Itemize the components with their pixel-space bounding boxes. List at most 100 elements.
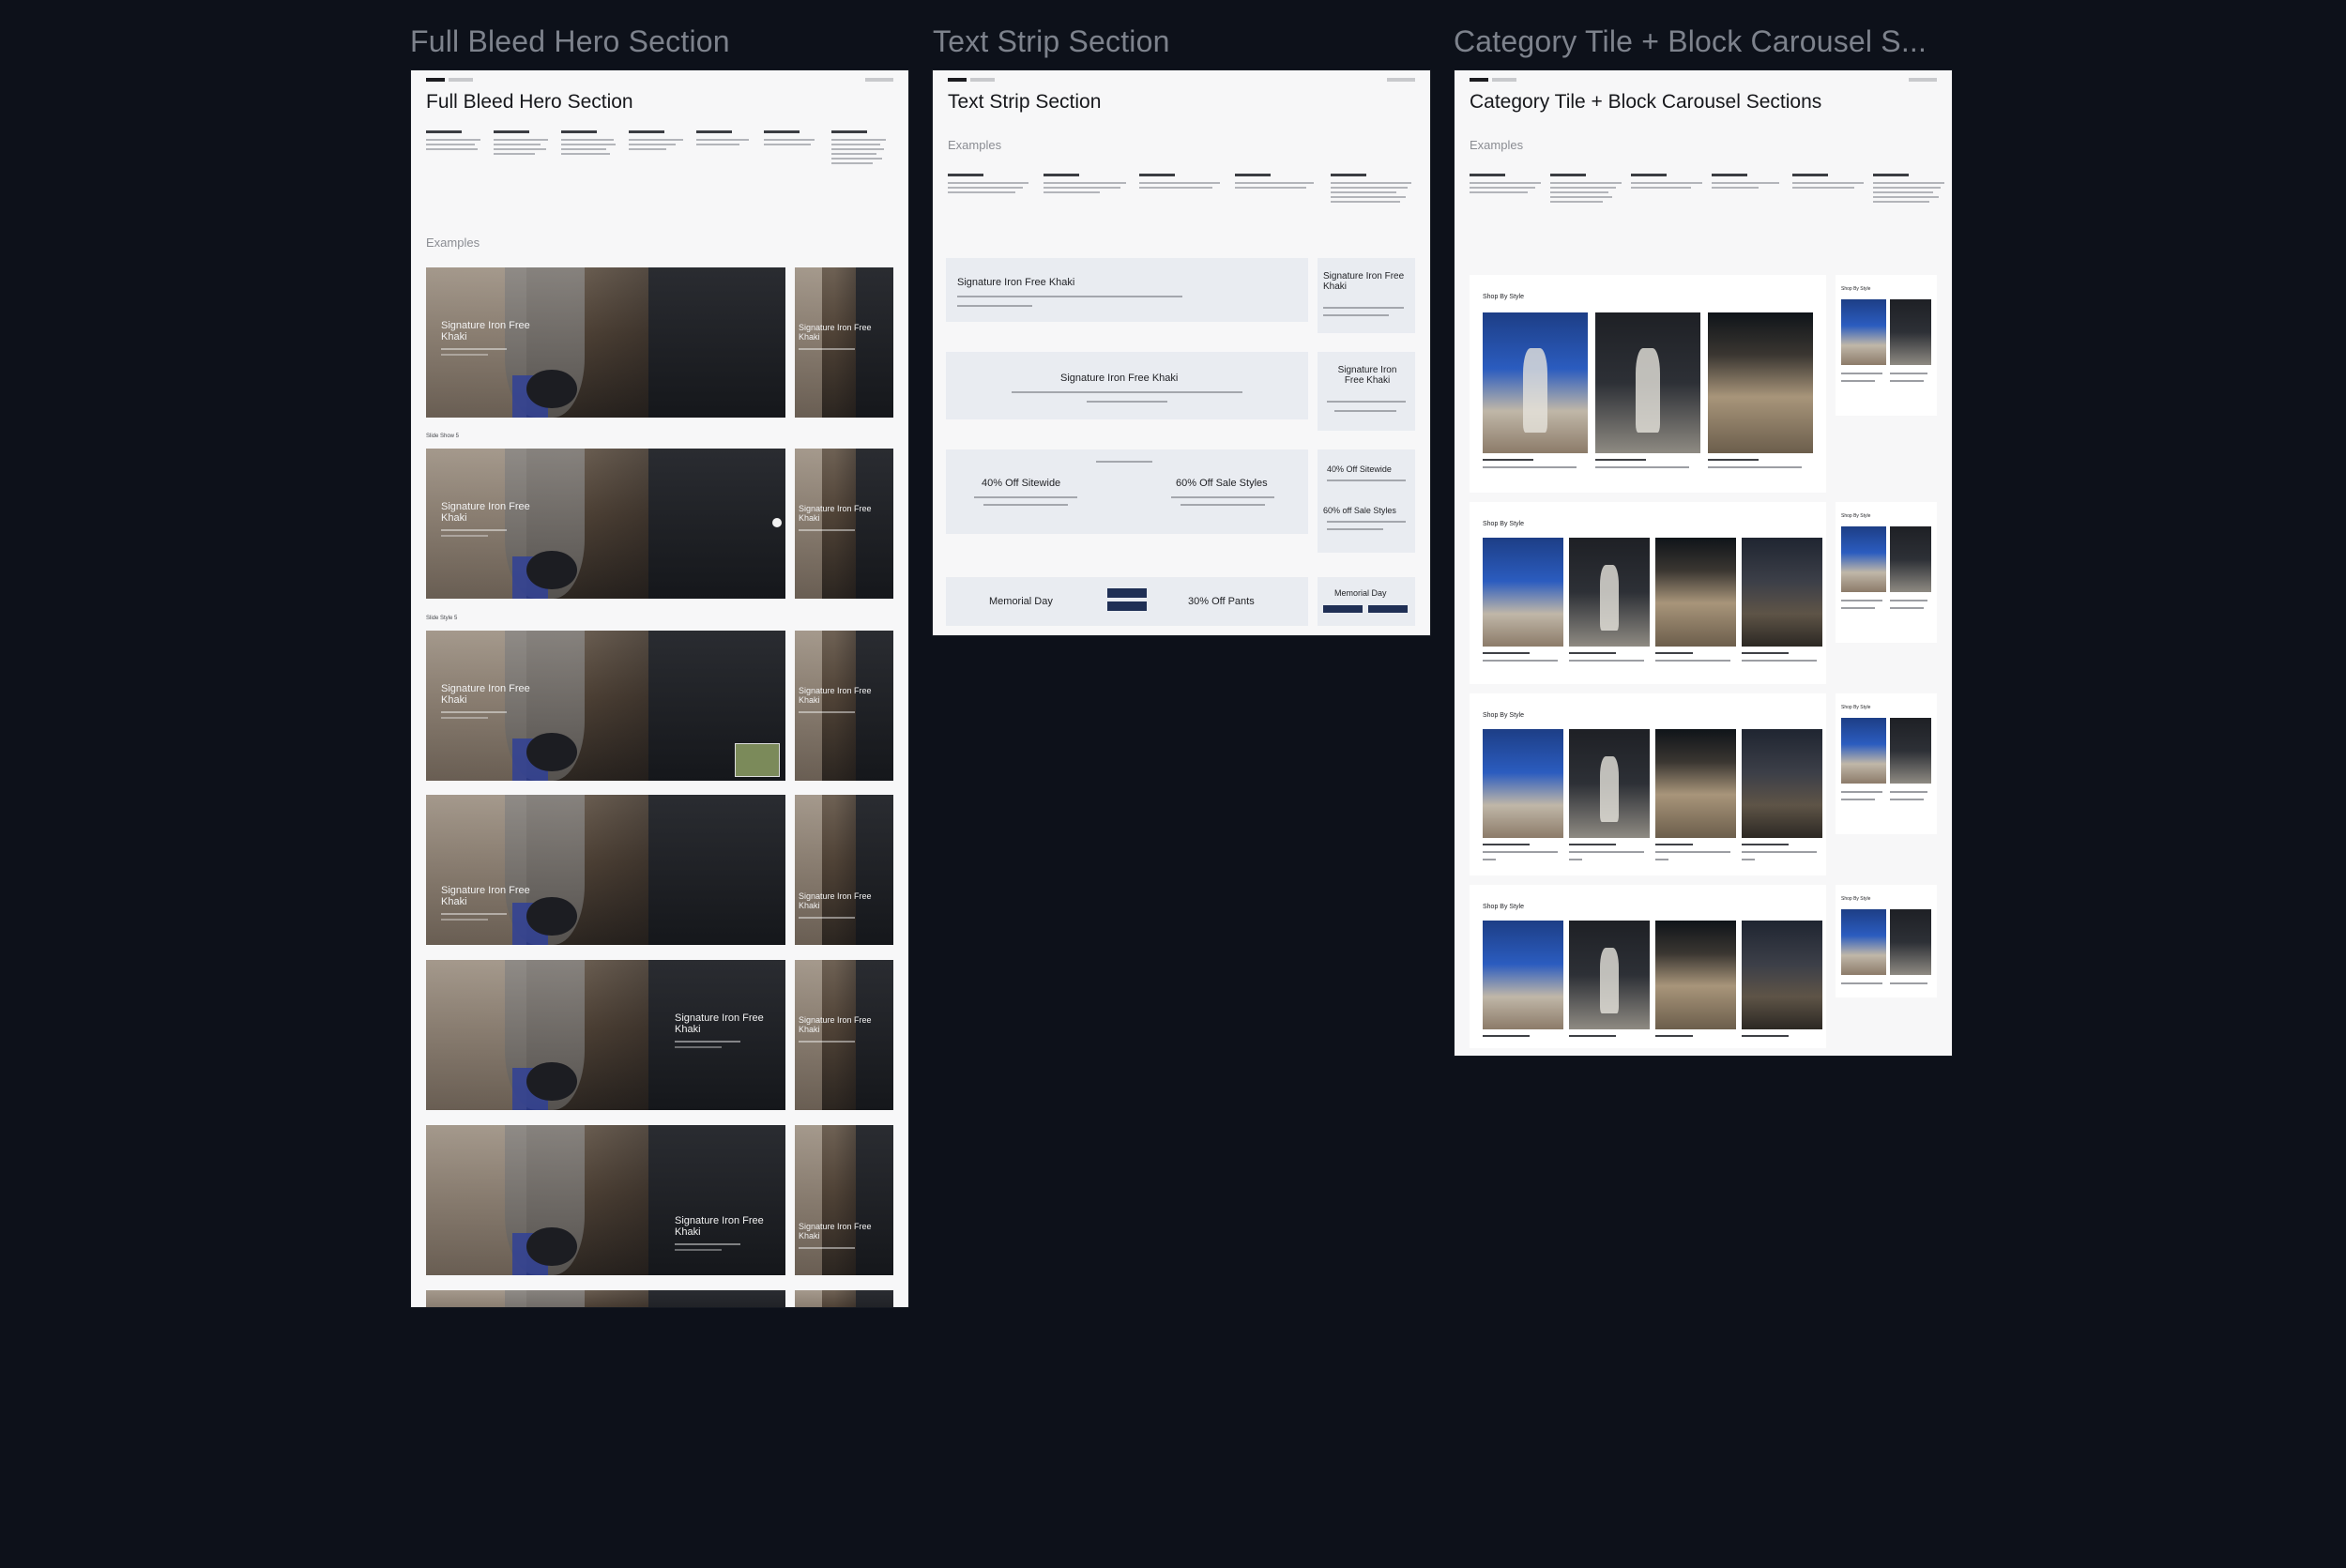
frame-label-hero[interactable]: Full Bleed Hero Section <box>410 24 730 59</box>
block-carousel-mobile-2[interactable]: Shop By Style <box>1836 885 1937 997</box>
block-carousel-2[interactable]: Shop By Style <box>1470 885 1826 1048</box>
hero-mobile-headline: Signature Iron Free Khaki <box>799 1222 883 1249</box>
hero-mobile-4[interactable]: Signature Iron Free Khaki <box>795 795 893 945</box>
frame-category-tile[interactable]: Category Tile + Block Carousel Sections … <box>1455 70 1952 1056</box>
carousel-tile[interactable] <box>1841 718 1886 784</box>
carousel-tile[interactable] <box>1569 921 1650 1029</box>
footer-left-headline: Memorial Day <box>989 596 1053 607</box>
carousel-tile[interactable] <box>1569 729 1650 838</box>
next-slide-icon[interactable] <box>772 518 782 527</box>
hero-example-5[interactable]: Signature Iron Free Khaki <box>426 960 785 1110</box>
shop-button-secondary[interactable] <box>1107 601 1147 611</box>
strip-headline: Signature Iron Free Khaki <box>1060 373 1179 384</box>
text-strip-left-aligned[interactable]: Signature Iron Free Khaki <box>946 258 1308 322</box>
hero-mobile-headline: Signature Iron Free Khaki <box>799 323 883 350</box>
mobile-footer-headline: Memorial Day <box>1334 588 1387 598</box>
hero-example-7[interactable] <box>426 1290 785 1307</box>
category-tile[interactable] <box>1890 526 1931 592</box>
hero-headline: Signature Iron Free Khaki <box>675 1012 778 1049</box>
category-tile[interactable] <box>1841 299 1886 365</box>
text-strip-mobile-2[interactable]: Signature Iron Free Khaki <box>1318 352 1415 431</box>
mobile-shop-button-secondary[interactable] <box>1368 605 1408 613</box>
text-strip-mobile-3[interactable]: 40% Off Sitewide 60% off Sale Styles <box>1318 449 1415 553</box>
frame-title: Category Tile + Block Carousel Sections <box>1470 91 1822 113</box>
category-tile-mobile-2[interactable]: Shop By Style <box>1836 502 1937 643</box>
mobile-section-title: Shop By Style <box>1841 896 1871 902</box>
category-tile[interactable] <box>1483 312 1588 453</box>
hero-mobile-1[interactable]: Signature Iron Free Khaki <box>795 267 893 418</box>
category-tile[interactable] <box>1595 312 1700 453</box>
category-tile[interactable] <box>1655 538 1736 647</box>
carousel-tile[interactable] <box>1890 718 1931 784</box>
category-tile[interactable] <box>1742 538 1822 647</box>
hero-example-3[interactable]: Signature Iron Free Khaki <box>426 631 785 781</box>
carousel-tile[interactable] <box>1483 729 1563 838</box>
promo-right-headline: 60% Off Sale Styles <box>1176 478 1268 489</box>
category-tile[interactable] <box>1890 299 1931 365</box>
text-strip-mobile-4[interactable]: Memorial Day <box>1318 577 1415 626</box>
block-carousel-1[interactable]: Shop By Style <box>1470 693 1826 875</box>
frame-title: Full Bleed Hero Section <box>426 91 633 113</box>
category-tile[interactable] <box>1708 312 1813 453</box>
carousel-tile[interactable] <box>1841 909 1886 975</box>
row-label-slide-style: Slide Style 5 <box>426 616 458 621</box>
frame-text-strip[interactable]: Text Strip Section Examples Signature Ir… <box>933 70 1430 635</box>
text-strip-footer[interactable]: Memorial Day 30% Off Pants <box>946 577 1308 626</box>
category-tile-mobile-1[interactable]: Shop By Style <box>1836 275 1937 416</box>
category-tile[interactable] <box>1483 538 1563 647</box>
hero-example-2[interactable]: Signature Iron Free Khaki <box>426 449 785 599</box>
section-title: Shop By Style <box>1483 904 1524 910</box>
hero-mobile-3[interactable]: Signature Iron Free Khaki <box>795 631 893 781</box>
text-strip-promo-pair[interactable]: 40% Off Sitewide 60% Off Sale Styles <box>946 449 1308 534</box>
category-tile-block-1[interactable]: Shop By Style <box>1470 275 1826 493</box>
block-carousel-mobile-1[interactable]: Shop By Style <box>1836 693 1937 834</box>
strip-mobile-headline: Signature Iron Free Khaki <box>1337 365 1397 386</box>
mobile-promo-right: 60% off Sale Styles <box>1323 506 1396 515</box>
hero-example-6[interactable]: Signature Iron Free Khaki <box>426 1125 785 1275</box>
frame-label-category-tile[interactable]: Category Tile + Block Carousel S... <box>1454 24 1927 59</box>
frame-meta <box>1909 78 1937 82</box>
promo-left-headline: 40% Off Sitewide <box>982 478 1061 489</box>
category-tile[interactable] <box>1569 538 1650 647</box>
section-title: Shop By Style <box>1483 712 1524 719</box>
category-tile[interactable] <box>1841 526 1886 592</box>
shop-button[interactable] <box>1107 588 1147 598</box>
hero-mobile-2[interactable]: Signature Iron Free Khaki <box>795 449 893 599</box>
hero-example-1[interactable]: Signature Iron Free Khaki <box>426 267 785 418</box>
carousel-tile[interactable] <box>1655 921 1736 1029</box>
hero-headline: Signature Iron Free Khaki <box>675 1215 778 1252</box>
carousel-tile[interactable] <box>1483 921 1563 1029</box>
section-title: Shop By Style <box>1483 521 1524 527</box>
mobile-section-title: Shop By Style <box>1841 286 1871 292</box>
frame-meta <box>865 78 893 82</box>
logo-wordmark <box>970 78 995 82</box>
frame-full-bleed-hero[interactable]: Full Bleed Hero Section Examples Signatu… <box>411 70 908 1307</box>
frame-title: Text Strip Section <box>948 91 1102 113</box>
hero-mobile-6[interactable]: Signature Iron Free Khaki <box>795 1125 893 1275</box>
mobile-section-title: Shop By Style <box>1841 513 1871 519</box>
carousel-tile[interactable] <box>1890 909 1931 975</box>
strip-mobile-headline: Signature Iron Free Khaki <box>1323 271 1405 292</box>
carousel-tile[interactable] <box>1742 921 1822 1029</box>
thumbnail-inset[interactable] <box>735 743 780 777</box>
hero-example-4[interactable]: Signature Iron Free Khaki <box>426 795 785 945</box>
hero-mobile-7[interactable] <box>795 1290 893 1307</box>
logo-wordmark <box>1492 78 1516 82</box>
hero-mobile-headline: Signature Iron Free Khaki <box>799 891 883 919</box>
text-strip-centered[interactable]: Signature Iron Free Khaki <box>946 352 1308 419</box>
hero-mobile-5[interactable]: Signature Iron Free Khaki <box>795 960 893 1110</box>
frame-meta <box>1387 78 1415 82</box>
strip-headline: Signature Iron Free Khaki <box>957 277 1075 288</box>
hero-headline: Signature Iron Free Khaki <box>441 320 544 357</box>
mobile-section-title: Shop By Style <box>1841 705 1871 710</box>
row-label-slide-show: Slide Show 5 <box>426 434 460 439</box>
hero-headline: Signature Iron Free Khaki <box>441 683 544 720</box>
examples-label: Examples <box>948 138 1002 152</box>
carousel-tile[interactable] <box>1655 729 1736 838</box>
category-tile-block-2[interactable]: Shop By Style <box>1470 502 1826 684</box>
frame-label-text-strip[interactable]: Text Strip Section <box>933 24 1170 59</box>
carousel-tile[interactable] <box>1742 729 1822 838</box>
mobile-shop-button[interactable] <box>1323 605 1363 613</box>
hero-headline: Signature Iron Free Khaki <box>441 501 544 538</box>
text-strip-mobile-1[interactable]: Signature Iron Free Khaki <box>1318 258 1415 333</box>
